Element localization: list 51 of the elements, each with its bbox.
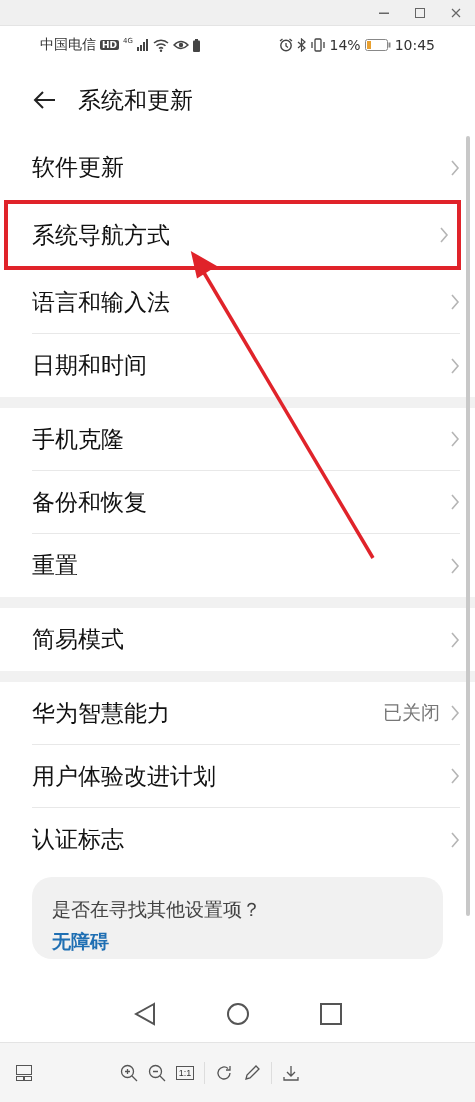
home-button[interactable] <box>225 1002 250 1026</box>
settings-item[interactable]: 用户体验改进计划 <box>32 745 460 808</box>
page-title: 系统和更新 <box>78 85 193 115</box>
settings-item[interactable]: 系统导航方式 <box>8 204 457 266</box>
scrollbar[interactable] <box>466 136 470 916</box>
pencil-button[interactable] <box>243 1064 262 1082</box>
chevron-icon <box>450 430 460 448</box>
rotate-button[interactable] <box>215 1064 234 1082</box>
hd-badge: HD <box>100 40 119 50</box>
accessibility-link[interactable]: 无障碍 <box>52 929 423 955</box>
settings-item[interactable]: 简易模式 <box>32 608 460 671</box>
zoom-out-button[interactable] <box>147 1064 166 1082</box>
settings-item[interactable]: 手机克隆 <box>32 408 460 471</box>
battery-percent: 14% <box>329 37 361 53</box>
alarm-icon <box>278 38 293 52</box>
chevron-icon <box>450 493 460 511</box>
settings-item[interactable]: 备份和恢复 <box>32 471 460 534</box>
actual-size-button[interactable]: 1:1 <box>175 1066 195 1080</box>
chevron-icon <box>450 293 460 311</box>
chevron-icon <box>450 158 460 177</box>
settings-item[interactable]: 软件更新 <box>32 136 460 199</box>
chevron-icon <box>450 767 460 785</box>
settings-item[interactable]: 日期和时间 <box>32 334 460 397</box>
maximize-icon[interactable] <box>415 7 425 18</box>
suggestion-question: 是否在寻找其他设置项？ <box>52 897 262 922</box>
clock-time: 10:45 <box>394 37 435 53</box>
recents-button[interactable] <box>319 1003 342 1025</box>
chevron-icon <box>450 356 460 375</box>
battery-icon <box>364 39 391 51</box>
vibrate-icon <box>309 38 326 52</box>
back-nav-button[interactable] <box>133 1002 156 1026</box>
layout-button[interactable] <box>16 1065 32 1081</box>
back-button[interactable] <box>32 90 56 110</box>
minimize-icon[interactable] <box>379 11 389 14</box>
settings-item[interactable]: 华为智慧能力 已关闭 <box>32 682 460 745</box>
wifi-icon <box>152 38 169 52</box>
zoom-in-button[interactable] <box>119 1064 138 1082</box>
signal-icon <box>136 39 149 51</box>
download-button[interactable] <box>282 1064 301 1082</box>
settings-item[interactable]: 认证标志 <box>32 808 460 871</box>
chevron-icon <box>450 556 460 575</box>
chevron-icon <box>439 226 449 244</box>
chevron-icon <box>450 630 460 649</box>
chevron-icon <box>450 830 460 849</box>
settings-item[interactable]: 重置 <box>32 534 460 597</box>
eye-icon <box>172 39 189 51</box>
bluetooth-icon <box>296 38 306 52</box>
carrier-name: 中国电信 <box>40 36 96 54</box>
close-icon[interactable] <box>451 7 461 18</box>
chevron-icon <box>450 704 460 722</box>
battery-saver-icon <box>192 38 200 52</box>
